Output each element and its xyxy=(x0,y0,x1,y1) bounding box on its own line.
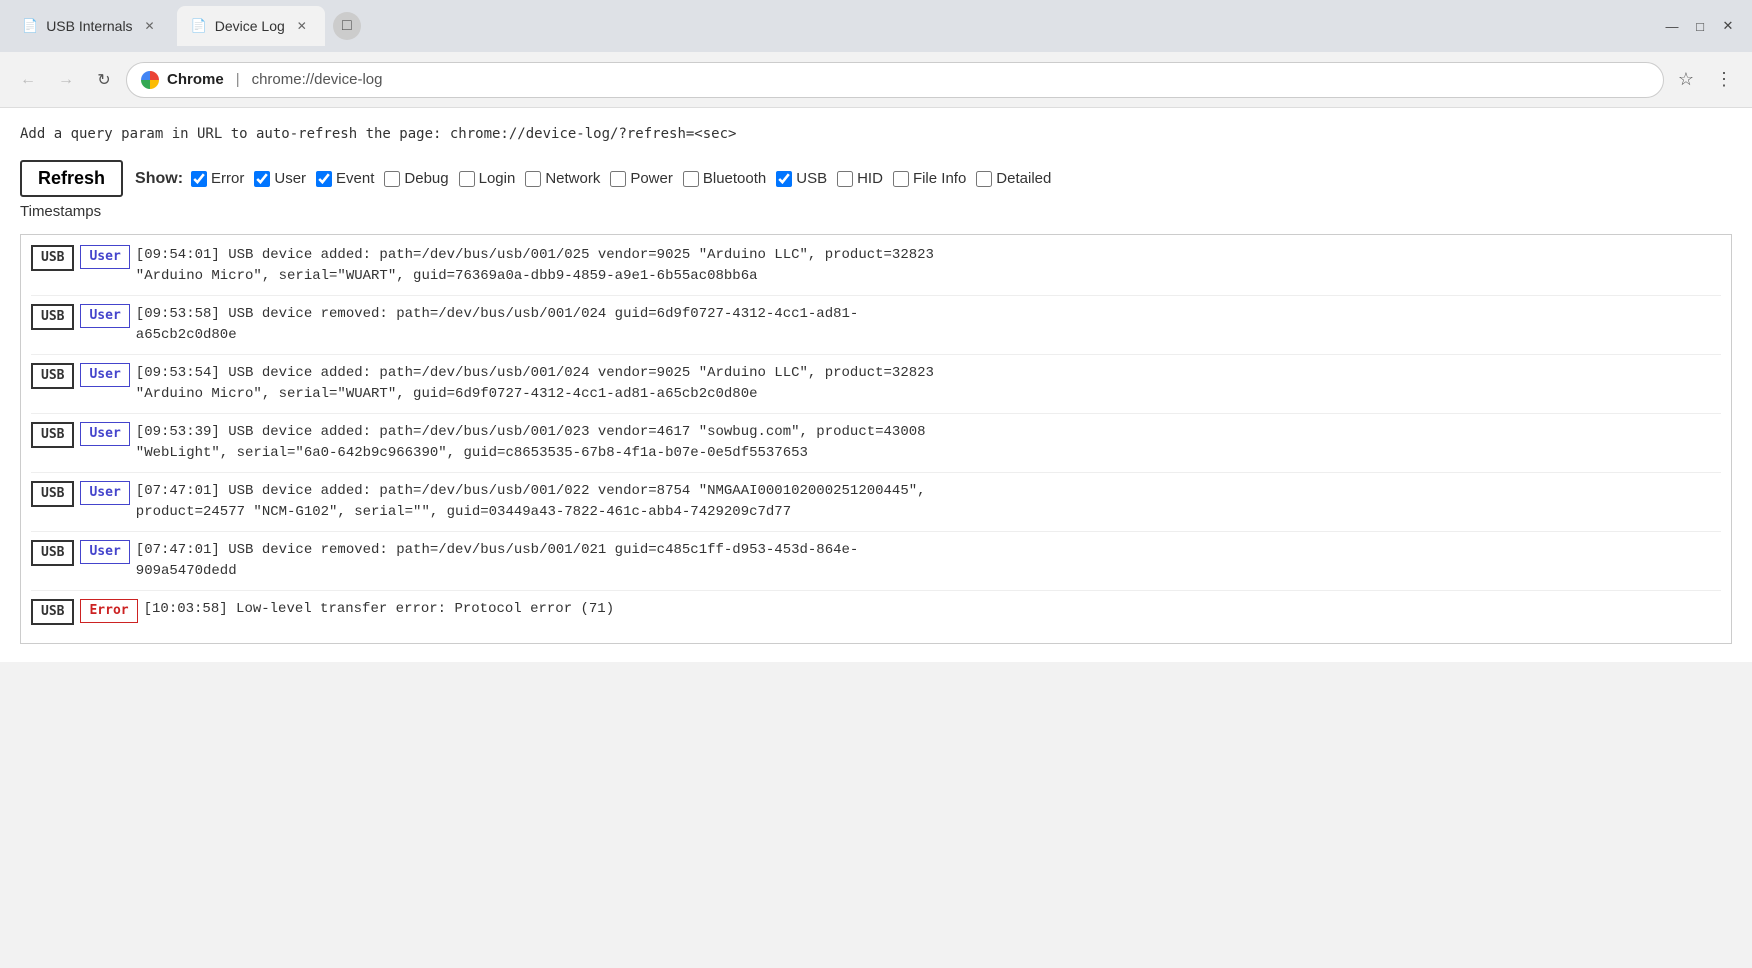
log-entry: USB Error [10:03:58] Low-level transfer … xyxy=(31,599,1721,633)
filter-bluetooth-checkbox[interactable] xyxy=(683,171,699,187)
filter-detailed-checkbox[interactable] xyxy=(976,171,992,187)
address-separator: | xyxy=(236,71,240,88)
reload-button[interactable]: ↻ xyxy=(88,64,120,96)
forward-button[interactable]: → xyxy=(50,64,82,96)
badge-level: User xyxy=(80,481,129,505)
close-button[interactable]: ✕ xyxy=(1720,18,1736,34)
filter-network[interactable]: Network xyxy=(525,170,600,187)
filter-error-label: Error xyxy=(211,170,244,187)
tab-close-device-log[interactable]: ✕ xyxy=(293,17,311,35)
badge-level: User xyxy=(80,304,129,328)
navbar: ← → ↻ Chrome | chrome://device-log ☆ ⋮ xyxy=(0,52,1752,108)
filter-power-label: Power xyxy=(630,170,673,187)
address-brand: Chrome xyxy=(167,71,224,88)
badge-level: User xyxy=(80,422,129,446)
filter-usb-checkbox[interactable] xyxy=(776,171,792,187)
log-text: [09:54:01] USB device added: path=/dev/b… xyxy=(136,245,1721,287)
filter-hid[interactable]: HID xyxy=(837,170,883,187)
badge-type: USB xyxy=(31,599,74,625)
timestamps-label: Timestamps xyxy=(20,203,1732,220)
controls-row: Refresh Show: Error User Event Debug Log… xyxy=(20,160,1732,197)
address-bar[interactable]: Chrome | chrome://device-log xyxy=(126,62,1664,98)
filter-fileinfo-label: File Info xyxy=(913,170,966,187)
badge-level: User xyxy=(80,540,129,564)
filter-debug-checkbox[interactable] xyxy=(384,171,400,187)
log-entry: USB User [07:47:01] USB device removed: … xyxy=(31,540,1721,591)
filter-network-checkbox[interactable] xyxy=(525,171,541,187)
address-url: chrome://device-log xyxy=(252,71,383,88)
tab-label-device-log: Device Log xyxy=(215,18,285,34)
filter-login-label: Login xyxy=(479,170,516,187)
maximize-button[interactable]: □ xyxy=(1692,18,1708,34)
tab-close-usb-internals[interactable]: ✕ xyxy=(141,17,159,35)
filter-detailed-label: Detailed xyxy=(996,170,1051,187)
badge-type: USB xyxy=(31,422,74,448)
filter-event-checkbox[interactable] xyxy=(316,171,332,187)
log-entry: USB User [09:53:54] USB device added: pa… xyxy=(31,363,1721,414)
filter-event[interactable]: Event xyxy=(316,170,374,187)
badge-level: User xyxy=(80,245,129,269)
refresh-button[interactable]: Refresh xyxy=(20,160,123,197)
log-text: [09:53:39] USB device added: path=/dev/b… xyxy=(136,422,1721,464)
badge-type: USB xyxy=(31,481,74,507)
info-text: Add a query param in URL to auto-refresh… xyxy=(20,126,1732,142)
show-label: Show: xyxy=(135,170,183,188)
log-text: [09:53:54] USB device added: path=/dev/b… xyxy=(136,363,1721,405)
tab-device-log[interactable]: 📄 Device Log ✕ xyxy=(177,6,325,46)
badge-level: User xyxy=(80,363,129,387)
filter-detailed[interactable]: Detailed xyxy=(976,170,1051,187)
filter-debug-label: Debug xyxy=(404,170,448,187)
filter-login[interactable]: Login xyxy=(459,170,516,187)
badge-type: USB xyxy=(31,245,74,271)
chrome-icon xyxy=(141,71,159,89)
log-text: [07:47:01] USB device removed: path=/dev… xyxy=(136,540,1721,582)
filter-bluetooth-label: Bluetooth xyxy=(703,170,766,187)
filter-error[interactable]: Error xyxy=(191,170,244,187)
filter-usb[interactable]: USB xyxy=(776,170,827,187)
log-entry: USB User [07:47:01] USB device added: pa… xyxy=(31,481,1721,532)
content-area: Add a query param in URL to auto-refresh… xyxy=(0,108,1752,662)
minimize-button[interactable]: — xyxy=(1664,18,1680,34)
bookmark-button[interactable]: ☆ xyxy=(1670,64,1702,96)
badge-type: USB xyxy=(31,540,74,566)
badge-type: USB xyxy=(31,304,74,330)
filter-power[interactable]: Power xyxy=(610,170,673,187)
log-text: [07:47:01] USB device added: path=/dev/b… xyxy=(136,481,1721,523)
filter-event-label: Event xyxy=(336,170,374,187)
badge-type: USB xyxy=(31,363,74,389)
badge-level: Error xyxy=(80,599,137,623)
filter-user[interactable]: User xyxy=(254,170,306,187)
filter-error-checkbox[interactable] xyxy=(191,171,207,187)
filter-network-label: Network xyxy=(545,170,600,187)
log-entry: USB User [09:53:39] USB device added: pa… xyxy=(31,422,1721,473)
window-controls: — □ ✕ xyxy=(1664,18,1744,34)
filter-bluetooth[interactable]: Bluetooth xyxy=(683,170,766,187)
log-entry: USB User [09:54:01] USB device added: pa… xyxy=(31,245,1721,296)
log-text: [09:53:58] USB device removed: path=/dev… xyxy=(136,304,1721,346)
log-area: USB User [09:54:01] USB device added: pa… xyxy=(20,234,1732,644)
filter-usb-label: USB xyxy=(796,170,827,187)
filter-hid-label: HID xyxy=(857,170,883,187)
filter-hid-checkbox[interactable] xyxy=(837,171,853,187)
filter-user-label: User xyxy=(274,170,306,187)
back-button[interactable]: ← xyxy=(12,64,44,96)
filter-fileinfo-checkbox[interactable] xyxy=(893,171,909,187)
filter-power-checkbox[interactable] xyxy=(610,171,626,187)
tab-icon-device-log: 📄 xyxy=(191,18,207,34)
filter-login-checkbox[interactable] xyxy=(459,171,475,187)
tab-usb-internals[interactable]: 📄 USB Internals ✕ xyxy=(8,6,173,46)
titlebar: 📄 USB Internals ✕ 📄 Device Log ✕ □ — □ ✕ xyxy=(0,0,1752,52)
filter-fileinfo[interactable]: File Info xyxy=(893,170,966,187)
filter-debug[interactable]: Debug xyxy=(384,170,448,187)
log-entry: USB User [09:53:58] USB device removed: … xyxy=(31,304,1721,355)
tab-label-usb-internals: USB Internals xyxy=(46,18,132,34)
log-text: [10:03:58] Low-level transfer error: Pro… xyxy=(144,599,1721,620)
more-button[interactable]: ⋮ xyxy=(1708,64,1740,96)
filter-user-checkbox[interactable] xyxy=(254,171,270,187)
tab-icon-usb-internals: 📄 xyxy=(22,18,38,34)
new-tab-button[interactable]: □ xyxy=(333,12,361,40)
